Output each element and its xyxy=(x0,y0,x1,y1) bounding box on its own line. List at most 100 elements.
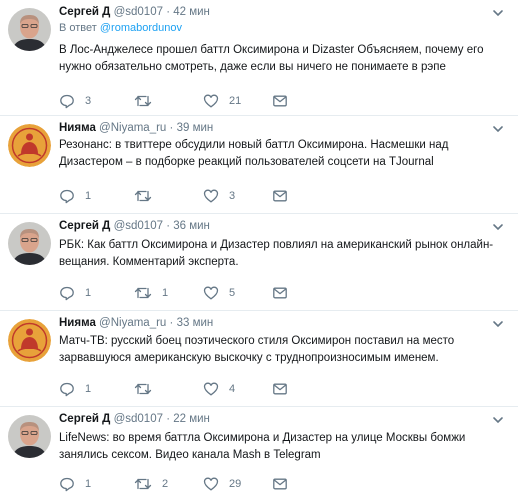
timeline: Сергей Д @sd0107 · 42 мин В ответ @romab… xyxy=(0,0,518,500)
chevron-down-icon[interactable] xyxy=(491,6,505,20)
timestamp[interactable]: 42 мин xyxy=(173,6,210,18)
tweet-header: Сергей Д @sd0107 · 42 мин xyxy=(59,6,210,18)
author-name[interactable]: Сергей Д xyxy=(59,6,110,18)
tweet-actions: 1 4 xyxy=(59,381,499,397)
reply-icon xyxy=(60,286,74,301)
like-button[interactable]: 29 xyxy=(203,476,241,492)
dm-icon xyxy=(273,478,287,490)
like-count: 4 xyxy=(229,383,236,395)
reply-context: В ответ @romabordunov xyxy=(59,22,182,34)
tweet-text: Матч-ТВ: русский боец поэтического стиля… xyxy=(59,335,455,364)
tweet-actions: 1 3 xyxy=(59,188,499,204)
direct-message-button[interactable] xyxy=(272,188,288,204)
reply-icon xyxy=(60,94,74,109)
reply-count: 1 xyxy=(85,287,92,299)
reply-button[interactable]: 1 xyxy=(59,285,91,301)
retweet-button[interactable] xyxy=(134,188,162,204)
retweet-button[interactable]: 1 xyxy=(134,285,168,301)
separator: · xyxy=(166,220,171,232)
author-name[interactable]: Нияма xyxy=(59,317,96,329)
tweet[interactable]: Нияма @Niyama_ru · 39 мин Резонанс: в тв… xyxy=(0,116,518,214)
tweet[interactable]: Сергей Д @sd0107 · 36 мин РБК: Как баттл… xyxy=(0,214,518,311)
tweet-actions: 1 2 29 xyxy=(59,476,499,492)
timestamp[interactable]: 33 мин xyxy=(177,317,214,329)
author-name[interactable]: Нияма xyxy=(59,122,96,134)
tweet-actions: 1 1 5 xyxy=(59,285,499,301)
timestamp[interactable]: 39 мин xyxy=(177,122,214,134)
like-button[interactable]: 3 xyxy=(203,188,235,204)
retweet-count: 1 xyxy=(162,287,169,299)
like-count: 3 xyxy=(229,190,236,202)
separator: · xyxy=(166,6,171,18)
author-handle[interactable]: @sd0107 xyxy=(114,220,163,232)
direct-message-button[interactable] xyxy=(272,476,288,492)
avatar[interactable] xyxy=(8,8,51,51)
tweet-actions: 3 21 xyxy=(59,93,499,109)
tweet-text: РБК: Как баттл Оксимирона и Дизастер пов… xyxy=(59,239,494,268)
author-name[interactable]: Сергей Д xyxy=(59,413,110,425)
tweet-header: Нияма @Niyama_ru · 39 мин xyxy=(59,122,213,134)
avatar[interactable] xyxy=(8,319,51,362)
avatar[interactable] xyxy=(8,124,51,167)
tweet-header: Нияма @Niyama_ru · 33 мин xyxy=(59,317,213,329)
tweet[interactable]: Сергей Д @sd0107 · 42 мин В ответ @romab… xyxy=(0,0,518,116)
author-handle[interactable]: @Niyama_ru xyxy=(99,317,166,329)
retweet-icon xyxy=(134,190,152,202)
like-icon xyxy=(203,382,219,396)
tweet-text: В Лос-Анджелесе прошел баттл Оксимирона … xyxy=(59,44,484,73)
reply-icon xyxy=(60,189,74,204)
like-icon xyxy=(203,189,219,203)
timestamp[interactable]: 36 мин xyxy=(173,220,210,232)
reply-prefix: В ответ xyxy=(59,22,97,34)
retweet-button[interactable] xyxy=(134,93,162,109)
reply-button[interactable]: 1 xyxy=(59,188,91,204)
like-count: 21 xyxy=(229,95,242,107)
chevron-down-icon[interactable] xyxy=(491,317,505,331)
like-button[interactable]: 21 xyxy=(203,93,241,109)
separator: · xyxy=(169,122,174,134)
direct-message-button[interactable] xyxy=(272,93,288,109)
direct-message-button[interactable] xyxy=(272,381,288,397)
chevron-down-icon[interactable] xyxy=(491,413,505,427)
tweet-header: Сергей Д @sd0107 · 36 мин xyxy=(59,220,210,232)
tweet[interactable]: Нияма @Niyama_ru · 33 мин Матч-ТВ: русск… xyxy=(0,311,518,407)
like-icon xyxy=(203,286,219,300)
reply-count: 1 xyxy=(85,190,92,202)
separator: · xyxy=(169,317,174,329)
author-handle[interactable]: @sd0107 xyxy=(114,413,163,425)
author-name[interactable]: Сергей Д xyxy=(59,220,110,232)
tweet[interactable]: Сергей Д @sd0107 · 22 мин LifeNews: во в… xyxy=(0,407,518,500)
like-button[interactable]: 4 xyxy=(203,381,235,397)
chevron-down-icon[interactable] xyxy=(491,122,505,136)
dm-icon xyxy=(273,287,287,299)
retweet-button[interactable]: 2 xyxy=(134,476,168,492)
author-handle[interactable]: @sd0107 xyxy=(114,6,163,18)
timestamp[interactable]: 22 мин xyxy=(173,413,210,425)
chevron-down-icon[interactable] xyxy=(491,220,505,234)
retweet-count: 2 xyxy=(162,478,169,490)
direct-message-button[interactable] xyxy=(272,285,288,301)
tweet-header: Сергей Д @sd0107 · 22 мин xyxy=(59,413,210,425)
like-count: 5 xyxy=(229,287,236,299)
retweet-button[interactable] xyxy=(134,381,162,397)
retweet-icon xyxy=(134,287,152,299)
like-button[interactable]: 5 xyxy=(203,285,235,301)
like-icon xyxy=(203,477,219,491)
tweet-text: LifeNews: во время баттла Оксимирона и Д… xyxy=(59,432,466,461)
reply-to-link[interactable]: @romabordunov xyxy=(100,22,182,34)
avatar[interactable] xyxy=(8,415,51,458)
reply-button[interactable]: 1 xyxy=(59,476,91,492)
like-icon xyxy=(203,94,219,108)
reply-icon xyxy=(60,477,74,492)
author-handle[interactable]: @Niyama_ru xyxy=(99,122,166,134)
retweet-icon xyxy=(134,383,152,395)
dm-icon xyxy=(273,383,287,395)
retweet-icon xyxy=(134,478,152,490)
reply-icon xyxy=(60,382,74,397)
avatar[interactable] xyxy=(8,222,51,265)
reply-button[interactable]: 1 xyxy=(59,381,91,397)
reply-button[interactable]: 3 xyxy=(59,93,91,109)
dm-icon xyxy=(273,95,287,107)
separator: · xyxy=(166,413,171,425)
like-count: 29 xyxy=(229,478,242,490)
